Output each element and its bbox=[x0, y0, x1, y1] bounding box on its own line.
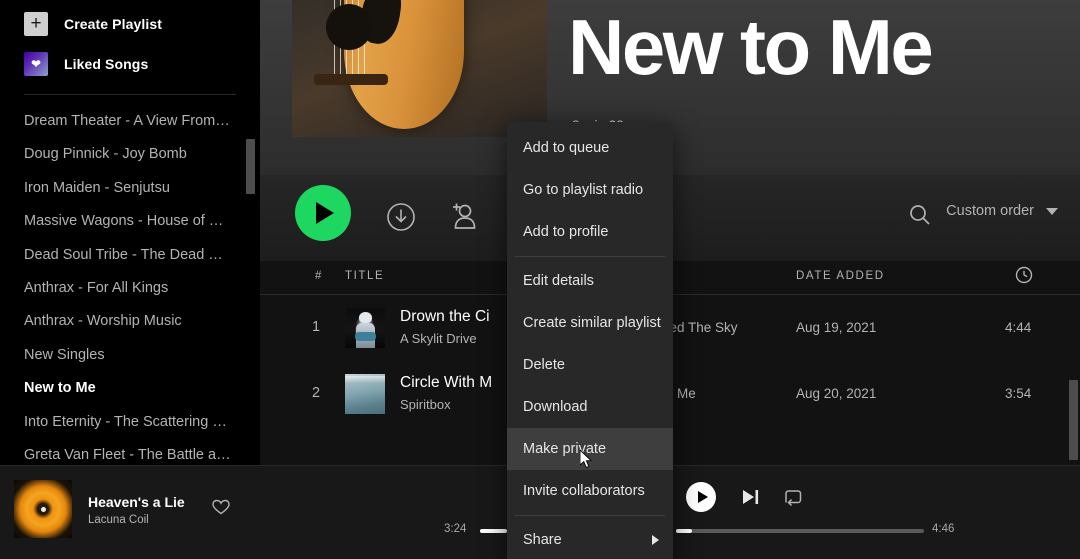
create-playlist-label: Create Playlist bbox=[64, 16, 162, 32]
plus-icon: + bbox=[24, 12, 48, 36]
player-time-current: 3:24 bbox=[444, 523, 467, 535]
now-playing-title[interactable]: Heaven's a Lie bbox=[88, 494, 185, 510]
sidebar-playlist-item[interactable]: Dead Soul Tribe - The Dead … bbox=[0, 239, 260, 272]
sidebar-item-create-playlist[interactable]: + Create Playlist bbox=[0, 4, 260, 44]
next-track-icon[interactable] bbox=[742, 489, 760, 505]
menu-item-invite-collaborators[interactable]: Invite collaborators bbox=[507, 470, 673, 512]
player-progress-bar[interactable] bbox=[676, 529, 924, 533]
player-progress-fill bbox=[676, 529, 692, 533]
menu-item-download[interactable]: Download bbox=[507, 386, 673, 428]
track-album[interactable]: hed The Sky bbox=[662, 320, 738, 335]
sidebar-top-actions: + Create Playlist ❤ Liked Songs bbox=[0, 0, 260, 84]
track-album-art bbox=[345, 374, 385, 414]
track-album-art bbox=[345, 308, 385, 348]
sidebar-playlist-item[interactable]: Anthrax - For All Kings bbox=[0, 272, 260, 305]
track-date-added: Aug 19, 2021 bbox=[796, 320, 877, 335]
track-artist[interactable]: Spiritbox bbox=[400, 397, 451, 412]
playlist-cover-image bbox=[292, 0, 547, 137]
spotify-window: + Create Playlist ❤ Liked Songs Dream Th… bbox=[0, 0, 1080, 559]
sidebar-playlist-item[interactable]: Massive Wagons - House of … bbox=[0, 205, 260, 238]
play-icon bbox=[697, 491, 708, 503]
track-index: 1 bbox=[312, 319, 321, 335]
liked-songs-label: Liked Songs bbox=[64, 56, 149, 72]
heart-outline-icon[interactable] bbox=[212, 498, 230, 516]
sidebar-playlist-item[interactable]: Anthrax - Worship Music bbox=[0, 305, 260, 338]
sidebar-divider bbox=[24, 94, 236, 95]
column-header-date-added: DATE ADDED bbox=[796, 270, 885, 282]
menu-item-share-label: Share bbox=[523, 532, 562, 548]
clock-icon bbox=[1015, 266, 1033, 284]
chevron-right-icon bbox=[652, 535, 659, 545]
menu-item-go-to-playlist-radio[interactable]: Go to playlist radio bbox=[507, 169, 673, 211]
sidebar: + Create Playlist ❤ Liked Songs Dream Th… bbox=[0, 0, 260, 465]
now-playing-artist[interactable]: Lacuna Coil bbox=[88, 514, 149, 526]
track-duration: 3:54 bbox=[1005, 386, 1032, 401]
menu-item-add-to-queue[interactable]: Add to queue bbox=[507, 127, 673, 169]
sidebar-playlist-item[interactable]: Iron Maiden - Senjutsu bbox=[0, 172, 260, 205]
download-icon[interactable] bbox=[386, 202, 416, 232]
main-scrollbar[interactable] bbox=[1069, 380, 1078, 460]
sidebar-playlist-item[interactable]: New Singles bbox=[0, 339, 260, 372]
player-time-total: 4:46 bbox=[932, 523, 955, 535]
repeat-icon[interactable] bbox=[783, 489, 803, 507]
track-duration: 4:44 bbox=[1005, 320, 1032, 335]
menu-separator bbox=[515, 515, 665, 516]
track-index: 2 bbox=[312, 385, 321, 401]
column-header-title: TITLE bbox=[345, 270, 385, 282]
sidebar-item-liked-songs[interactable]: ❤ Liked Songs bbox=[0, 44, 260, 84]
sidebar-playlist-item[interactable]: Dream Theater - A View From… bbox=[0, 105, 260, 138]
chevron-down-icon bbox=[1046, 207, 1058, 215]
player-play-button[interactable] bbox=[686, 482, 716, 512]
search-icon[interactable] bbox=[908, 203, 932, 227]
sidebar-playlist-item[interactable]: Into Eternity - The Scattering … bbox=[0, 406, 260, 439]
menu-item-share[interactable]: Share bbox=[507, 519, 673, 559]
sort-order-label: Custom order bbox=[946, 203, 1034, 219]
sidebar-playlist-item[interactable]: Doug Pinnick - Joy Bomb bbox=[0, 138, 260, 171]
menu-item-delete[interactable]: Delete bbox=[507, 344, 673, 386]
track-artist[interactable]: A Skylit Drive bbox=[400, 331, 477, 346]
track-title: Drown the Ci bbox=[400, 308, 490, 325]
play-playlist-button[interactable] bbox=[295, 185, 351, 241]
sidebar-playlist-list: Dream Theater - A View From… Doug Pinnic… bbox=[0, 99, 260, 465]
menu-item-edit-details[interactable]: Edit details bbox=[507, 260, 673, 302]
track-title: Circle With M bbox=[400, 374, 493, 391]
sidebar-playlist-item[interactable]: Greta Van Fleet - The Battle a… bbox=[0, 439, 260, 465]
add-person-icon[interactable] bbox=[445, 199, 479, 233]
menu-item-create-similar-playlist[interactable]: Create similar playlist bbox=[507, 302, 673, 344]
heart-icon: ❤ bbox=[24, 52, 48, 76]
play-icon bbox=[316, 202, 334, 224]
sidebar-playlist-item-active[interactable]: New to Me bbox=[0, 372, 260, 405]
menu-separator bbox=[515, 256, 665, 257]
playlist-context-menu: Add to queue Go to playlist radio Add to… bbox=[507, 122, 673, 559]
menu-item-make-private[interactable]: Make private bbox=[507, 428, 673, 470]
page-title: New to Me bbox=[568, 3, 934, 91]
track-date-added: Aug 20, 2021 bbox=[796, 386, 877, 401]
now-playing-album-art bbox=[14, 480, 72, 538]
column-header-number: # bbox=[315, 270, 323, 282]
sort-order-dropdown[interactable]: Custom order bbox=[946, 203, 1058, 219]
sidebar-scrollbar[interactable] bbox=[246, 139, 255, 194]
menu-item-add-to-profile[interactable]: Add to profile bbox=[507, 211, 673, 253]
player-progress-bar-left[interactable] bbox=[480, 529, 507, 533]
